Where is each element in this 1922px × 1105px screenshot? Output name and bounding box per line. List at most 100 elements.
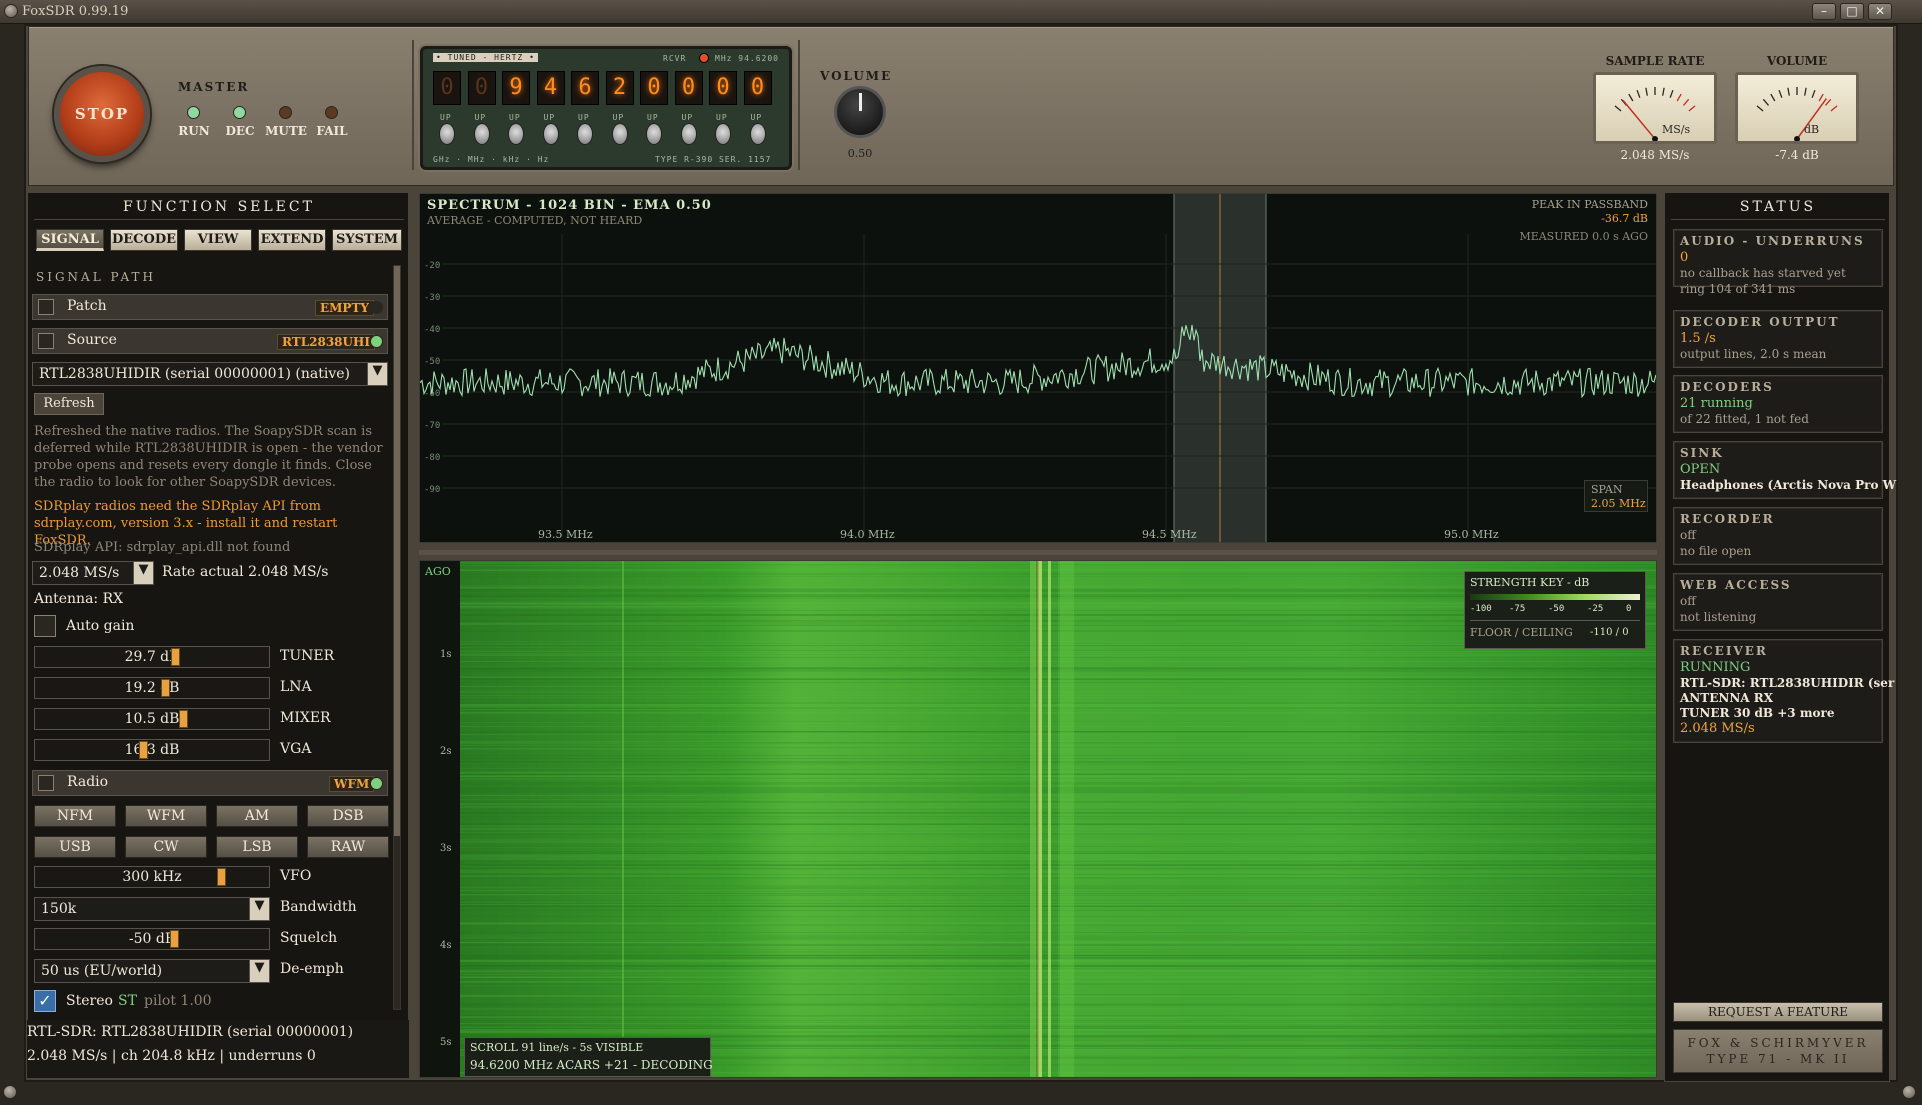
strength-gradient	[1470, 594, 1640, 600]
patch-row[interactable]: Patch EMPTY	[32, 294, 388, 320]
spectrum-title: SPECTRUM - 1024 BIN - EMA 0.50	[427, 198, 712, 213]
digit-toggle[interactable]	[439, 123, 455, 145]
minimize-button[interactable]: –	[1812, 3, 1836, 20]
tab-extend[interactable]: EXTEND	[258, 229, 326, 251]
gain-slider-mixer[interactable]: 10.5 dB	[34, 708, 270, 730]
rate-actual: actual 2.048 MS/s	[200, 564, 329, 580]
waterfall-noise-line	[460, 769, 1656, 770]
auto-gain-checkbox[interactable]	[34, 615, 56, 637]
tab-signal[interactable]: SIGNAL	[36, 229, 104, 251]
tab-system[interactable]: SYSTEM	[332, 229, 402, 251]
chevron-down-icon[interactable]: ▼	[249, 960, 269, 982]
waterfall-noise-line	[460, 825, 1656, 826]
digit-toggle[interactable]	[473, 123, 490, 145]
vfo-slider-thumb[interactable]	[217, 868, 226, 886]
mode-lsb-button[interactable]: LSB	[216, 836, 298, 858]
waterfall-view[interactable]: AGO STRENGTH KEY - dB -100 -75 -50 -25 0 FLO…	[419, 560, 1657, 1078]
status-card-audio-underruns: AUDIO - UNDERRUNS 0 no callback has starve…	[1673, 229, 1883, 296]
gain-slider-tuner[interactable]: 29.7 dB	[34, 646, 270, 668]
squelch-slider-thumb[interactable]	[170, 930, 179, 948]
vfo-slider[interactable]: 300 kHz	[34, 866, 270, 888]
time-tick: 3s	[440, 843, 452, 854]
squelch-slider[interactable]: -50 dB	[34, 928, 270, 950]
radio-row[interactable]: Radio WFM	[32, 770, 388, 796]
gain-slider-thumb[interactable]	[171, 648, 180, 666]
scrollbar-track[interactable]	[393, 265, 401, 1010]
scrollbar-thumb[interactable]	[394, 266, 400, 836]
bandwidth-select[interactable]: 150k ▼	[34, 897, 270, 921]
frequency-digit: 4	[536, 71, 565, 105]
device-select[interactable]: RTL2838UHIDIR (serial 00000001) (native)…	[32, 362, 388, 386]
frequency-digit: 6	[571, 71, 599, 105]
maximize-button[interactable]: □	[1840, 3, 1864, 20]
waterfall-noise-line	[460, 887, 1656, 889]
waterfall-noise-line	[460, 697, 1656, 698]
tab-view[interactable]: VIEW	[184, 229, 252, 251]
pilot-level: pilot 1.00	[144, 993, 212, 1009]
waterfall-noise-line	[460, 676, 1656, 678]
waterfall-noise-line	[460, 1029, 1656, 1030]
rcvr-led-icon	[699, 53, 709, 63]
meter-tick	[1762, 98, 1770, 106]
freq-header-label: • TUNED - HERTZ •	[433, 53, 538, 62]
stereo-label: Stereo	[66, 993, 113, 1009]
strength-ticks: -100 -75 -50 -25 0	[1470, 604, 1642, 616]
waterfall-noise-line	[460, 563, 1656, 564]
digit-toggle[interactable]	[542, 123, 559, 145]
digit-toggle[interactable]	[646, 123, 662, 145]
splitter-handle[interactable]	[419, 550, 1657, 555]
freq-mhz-readout: MHz 94.6200	[715, 54, 779, 63]
mode-raw-button[interactable]: RAW	[307, 836, 389, 858]
y-tick-label: -70	[424, 421, 440, 431]
volume-knob[interactable]	[834, 86, 886, 138]
radio-label: Radio	[67, 774, 109, 790]
deemph-value: 50 us (EU/world)	[41, 963, 163, 979]
digit-toggle[interactable]	[611, 123, 628, 145]
gain-slider-thumb[interactable]	[139, 741, 148, 759]
waterfall-noise-line	[460, 857, 1656, 858]
chevron-down-icon[interactable]: ▼	[367, 363, 387, 385]
mode-cw-button[interactable]: CW	[125, 836, 207, 858]
source-checkbox[interactable]	[38, 333, 54, 349]
gain-slider-thumb[interactable]	[179, 710, 188, 728]
rate-select[interactable]: 2.048 MS/s ▼	[32, 561, 154, 585]
card-heading: SINK	[1680, 446, 1724, 460]
mode-am-button[interactable]: AM	[216, 805, 298, 827]
mode-wfm-button[interactable]: WFM	[125, 805, 207, 827]
mode-dsb-button[interactable]: DSB	[307, 805, 389, 827]
refresh-button[interactable]: Refresh	[34, 393, 104, 415]
digit-toggle[interactable]	[577, 123, 593, 145]
chevron-down-icon[interactable]: ▼	[249, 898, 269, 920]
led-run-icon	[187, 106, 200, 119]
request-feature-button[interactable]: REQUEST A FEATURE	[1673, 1002, 1883, 1022]
digit-toggle[interactable]	[749, 123, 766, 145]
mode-nfm-button[interactable]: NFM	[34, 805, 116, 827]
stereo-indicator: ST	[118, 993, 137, 1009]
stop-button[interactable]: STOP	[54, 66, 150, 162]
digit-toggle[interactable]	[715, 123, 731, 145]
waterfall-noise-line	[460, 1022, 1656, 1023]
digit-toggle[interactable]	[680, 123, 697, 145]
meter-tick	[1787, 87, 1790, 96]
card-state: OPEN	[1680, 462, 1721, 477]
close-button[interactable]: ✕	[1868, 3, 1892, 20]
gain-label: LNA	[280, 679, 312, 695]
chevron-down-icon[interactable]: ▼	[133, 562, 153, 584]
gain-slider-lna[interactable]: 19.2 dB	[34, 677, 270, 699]
spectrum-view[interactable]: -20 -30 -40 -50 -60 -70 -80 -90 93.5 MHz 94.0 MHz…	[419, 193, 1657, 543]
stereo-checkbox[interactable]: ✓	[34, 990, 56, 1012]
digit-toggle[interactable]	[508, 123, 524, 145]
waterfall-noise-line	[460, 942, 1656, 943]
gain-slider-thumb[interactable]	[161, 679, 170, 697]
led-label: RUN	[178, 124, 210, 138]
patch-checkbox[interactable]	[38, 299, 54, 315]
radio-checkbox[interactable]	[38, 775, 54, 791]
waterfall-noise-line	[460, 704, 1656, 706]
mode-usb-button[interactable]: USB	[34, 836, 116, 858]
gain-slider-vga[interactable]: 16.3 dB	[34, 739, 270, 761]
source-row[interactable]: Source RTL2838UHI	[32, 328, 388, 354]
deemph-select[interactable]: 50 us (EU/world) ▼	[34, 959, 270, 983]
time-axis	[420, 561, 460, 1077]
tab-decode[interactable]: DECODE	[110, 229, 178, 251]
waterfall-noise-line	[460, 885, 1656, 887]
